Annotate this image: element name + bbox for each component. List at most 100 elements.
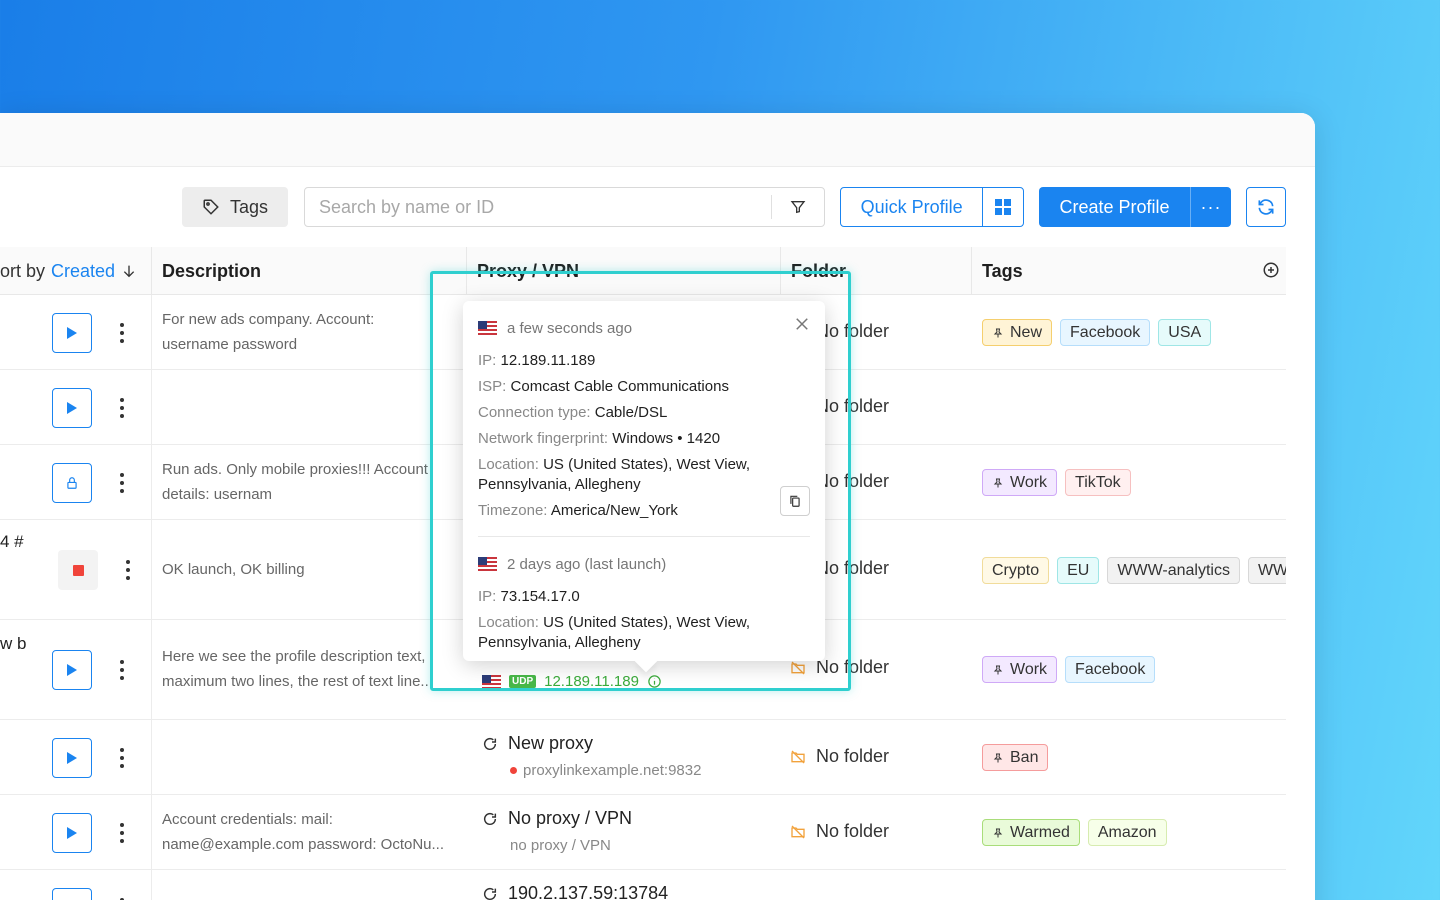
current-details: IP: 12.189.11.189 ISP: Comcast Cable Com…	[478, 352, 751, 519]
create-profile-button[interactable]: Create Profile ···	[1039, 187, 1231, 227]
current-session-header: a few seconds ago	[478, 317, 810, 339]
row-tags: Ban	[982, 744, 1286, 771]
play-icon	[67, 827, 77, 839]
row-folder[interactable]: No folder	[790, 821, 889, 842]
reload-icon	[483, 812, 497, 825]
row-proxy[interactable]: New proxy proxylinkexample.net:9832	[482, 733, 701, 779]
start-profile-button[interactable]	[52, 888, 92, 900]
quick-profile-label: Quick Profile	[860, 196, 963, 217]
tag-chip[interactable]: WWW-analytics	[1107, 557, 1240, 584]
tag-chip[interactable]: USA	[1158, 319, 1212, 346]
header-tags: Tags	[971, 247, 1286, 295]
row-folder[interactable]: No folder	[790, 746, 889, 767]
row-tags: Crypto EU WWW-analytics WWW	[982, 557, 1286, 584]
udp-badge: UDP	[509, 675, 537, 688]
sort-prefix: ort by	[0, 260, 46, 281]
tag-chip[interactable]: New	[982, 319, 1053, 346]
row-tags: Work Facebook	[982, 656, 1286, 683]
reload-icon	[483, 737, 497, 750]
tag-chip[interactable]: Amazon	[1087, 819, 1167, 846]
filter-button[interactable]	[772, 188, 824, 226]
sort-field[interactable]: Created	[51, 261, 115, 282]
pin-icon	[993, 665, 1003, 674]
row-proxy[interactable]: No proxy / VPN no proxy / VPN	[482, 808, 632, 854]
last-launch-time: 2 days ago (last launch)	[507, 555, 667, 573]
row-menu-button[interactable]	[112, 738, 132, 778]
table-header: ort by Created Description Proxy / VPN F…	[0, 247, 1286, 295]
header-tags-label: Tags	[982, 260, 1023, 281]
refresh-button[interactable]	[1246, 187, 1286, 227]
last-launch-details: IP: 73.154.17.0 Location: US (United Sta…	[478, 588, 751, 651]
info-icon[interactable]	[647, 674, 662, 689]
row-description: Run ads. Only mobile proxies!!! Account d…	[162, 461, 428, 503]
tags-button[interactable]: Tags	[182, 187, 288, 227]
windows-os-button[interactable]	[982, 188, 1023, 226]
start-profile-button[interactable]	[52, 388, 92, 428]
status-dot	[510, 767, 517, 774]
locked-profile-button[interactable]	[52, 463, 92, 503]
quick-profile-button[interactable]: Quick Profile	[840, 187, 1024, 227]
last-ip: 73.154.17.0	[500, 588, 580, 605]
row-menu-button[interactable]	[112, 313, 132, 353]
plus-circle-icon	[1263, 262, 1279, 278]
stop-profile-button[interactable]	[58, 550, 98, 590]
tag-chip[interactable]: WWW	[1247, 557, 1286, 584]
play-icon	[67, 752, 77, 764]
arrow-down-icon[interactable]	[121, 263, 137, 279]
folder-off-icon	[791, 825, 805, 838]
row-menu-button[interactable]	[112, 388, 132, 428]
close-button[interactable]	[793, 315, 811, 337]
row-proxy-current[interactable]: UDP 12.189.11.189	[482, 673, 662, 690]
row-proxy[interactable]: 190.2.137.59:13784	[482, 883, 668, 900]
tag-chip[interactable]: EU	[1057, 557, 1100, 584]
tag-chip[interactable]: Warmed	[982, 819, 1080, 846]
folder-off-icon	[791, 750, 805, 763]
add-column-button[interactable]	[1262, 261, 1280, 284]
current-timezone: America/New_York	[550, 502, 678, 519]
create-profile-label: Create Profile	[1059, 196, 1170, 217]
tag-chip[interactable]: Facebook	[1065, 656, 1156, 683]
row-tags: Work TikTok	[982, 469, 1286, 496]
start-profile-button[interactable]	[52, 650, 92, 690]
play-icon	[67, 327, 77, 339]
tag-chip[interactable]: Work	[982, 469, 1058, 496]
proxy-info-popover: a few seconds ago IP: 12.189.11.189 ISP:…	[463, 301, 825, 673]
play-icon	[67, 664, 77, 676]
sort-control[interactable]: ort by Created	[0, 247, 152, 295]
create-more-button[interactable]: ···	[1190, 187, 1231, 227]
close-icon	[796, 318, 808, 330]
current-connection: Cable/DSL	[594, 404, 668, 421]
us-flag-icon	[482, 674, 501, 689]
row-menu-button[interactable]	[112, 888, 132, 900]
table-row: New proxy proxylinkexample.net:9832 No f…	[0, 720, 1286, 795]
start-profile-button[interactable]	[52, 738, 92, 778]
copy-button[interactable]	[780, 486, 810, 516]
tag-chip[interactable]: TikTok	[1065, 469, 1131, 496]
row-menu-button[interactable]	[112, 463, 132, 503]
current-time: a few seconds ago	[507, 319, 633, 337]
row-description: Here we see the profile description text…	[162, 648, 433, 690]
last-launch-header: 2 days ago (last launch)	[478, 553, 810, 575]
tag-chip[interactable]: Ban	[982, 744, 1049, 771]
profile-name: 4 #	[0, 532, 24, 551]
header-proxy: Proxy / VPN	[466, 247, 781, 295]
play-icon	[67, 402, 77, 414]
row-description: Account credentials: mail: name@example.c…	[162, 811, 445, 853]
tag-chip[interactable]: Crypto	[982, 557, 1050, 584]
header-folder: Folder	[780, 247, 972, 295]
profile-name: w b	[0, 634, 27, 653]
row-menu-button[interactable]	[112, 650, 132, 690]
row-menu-button[interactable]	[118, 550, 138, 590]
row-menu-button[interactable]	[112, 813, 132, 853]
row-description: For new ads company. Account: username pa…	[162, 311, 375, 353]
current-isp: Comcast Cable Communications	[510, 378, 729, 395]
tag-chip[interactable]: Facebook	[1060, 319, 1151, 346]
start-profile-button[interactable]	[52, 313, 92, 353]
lock-icon	[67, 477, 77, 489]
tag-chip[interactable]: Work	[982, 656, 1058, 683]
table-row: 190.2.137.59:13784	[0, 870, 1286, 900]
start-profile-button[interactable]	[52, 813, 92, 853]
table-row: Account credentials: mail: name@example.c…	[0, 795, 1286, 870]
search-input[interactable]	[305, 188, 771, 226]
us-flag-icon	[478, 321, 497, 335]
